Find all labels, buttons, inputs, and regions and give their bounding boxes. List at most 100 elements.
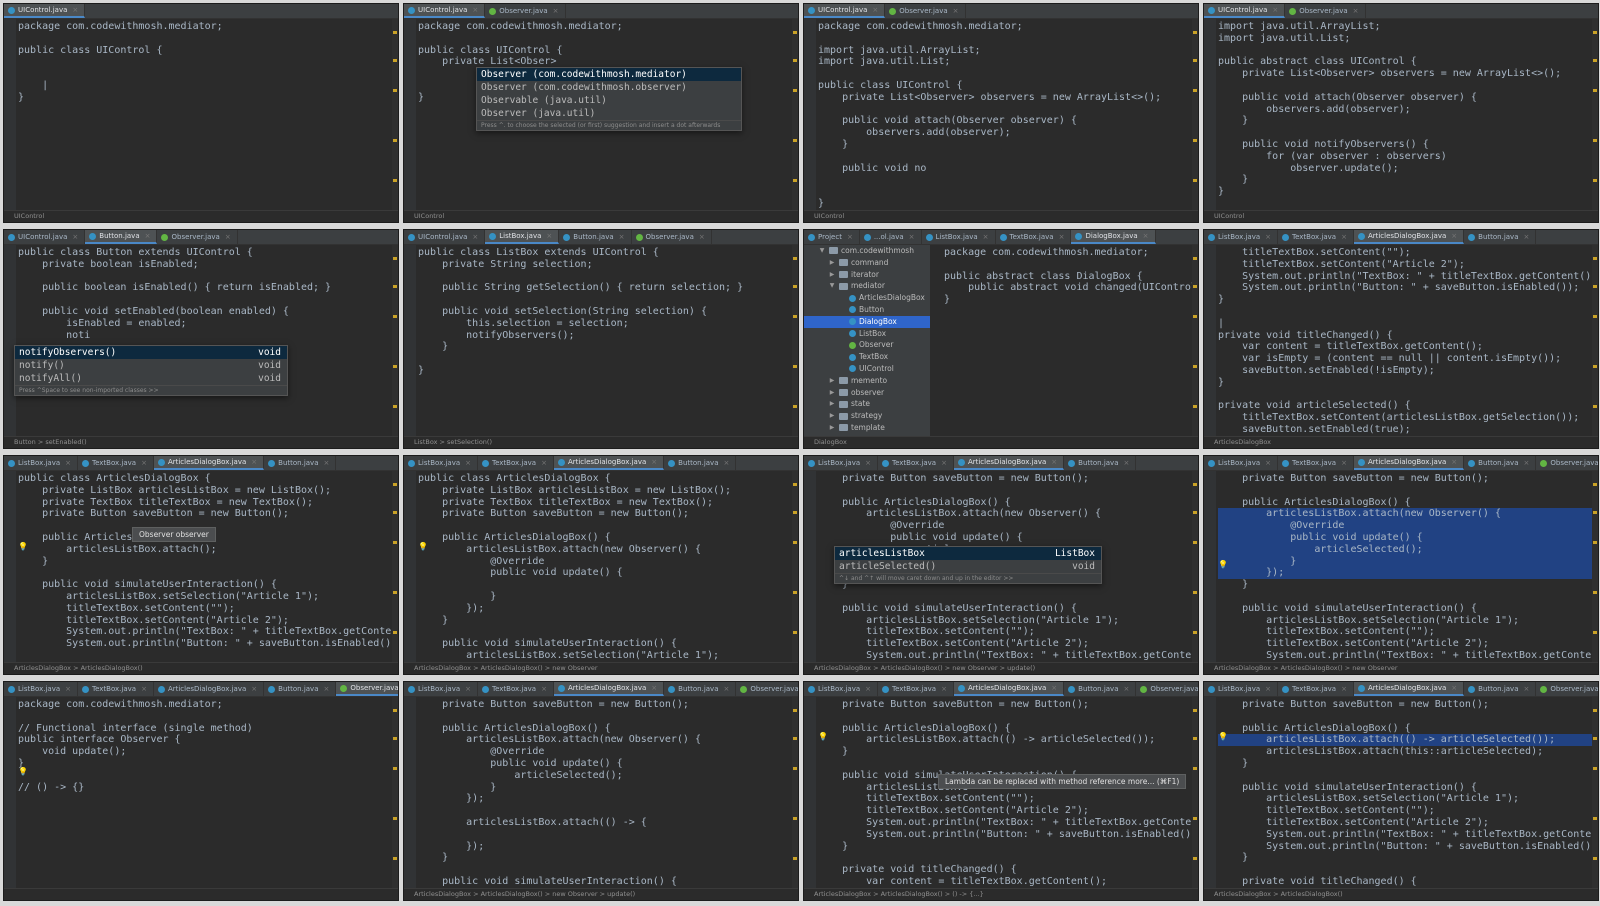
editor-tab[interactable]: Button.java ×: [1064, 682, 1137, 696]
code-editor[interactable]: public class Button extends UIControl { …: [4, 245, 398, 436]
close-icon[interactable]: ×: [1265, 459, 1271, 467]
code-editor[interactable]: titleTextBox.setContent(""); titleTextBo…: [1204, 245, 1598, 436]
editor-tab[interactable]: UIControl.java ×: [404, 4, 486, 18]
close-icon[interactable]: ×: [651, 458, 657, 466]
editor-scrollbar[interactable]: [1192, 471, 1198, 662]
editor-tab[interactable]: Button.java ×: [559, 230, 632, 244]
editor-tab[interactable]: TextBox.java ×: [78, 456, 154, 470]
autocomplete-item[interactable]: notifyObservers() void: [15, 346, 287, 359]
editor-tab[interactable]: UIControl.java ×: [804, 4, 886, 18]
editor-scrollbar[interactable]: [1592, 471, 1598, 662]
close-icon[interactable]: ×: [1523, 685, 1529, 693]
code-editor[interactable]: package com.codewithmosh.mediator; // Fun…: [4, 697, 398, 888]
close-icon[interactable]: ×: [1523, 459, 1529, 467]
editor-scrollbar[interactable]: [1592, 245, 1598, 436]
close-icon[interactable]: ×: [872, 6, 878, 14]
close-icon[interactable]: ×: [1123, 685, 1129, 693]
editor-tab[interactable]: TextBox.java ×: [1278, 456, 1354, 470]
editor-tab[interactable]: Project ×: [804, 230, 860, 244]
editor-scrollbar[interactable]: [1192, 245, 1198, 436]
close-icon[interactable]: ×: [953, 7, 959, 15]
close-icon[interactable]: ×: [909, 233, 915, 241]
editor-tab[interactable]: Observer.java×: [336, 682, 398, 696]
close-icon[interactable]: ×: [251, 685, 257, 693]
close-icon[interactable]: ×: [472, 6, 478, 14]
autocomplete-item[interactable]: Observer (com.codewithmosh.mediator): [477, 68, 741, 81]
editor-tab[interactable]: Observer.java×: [885, 4, 966, 18]
close-icon[interactable]: ×: [1353, 7, 1359, 15]
editor-scrollbar[interactable]: [392, 19, 398, 210]
editor-tab[interactable]: Observer.java×: [1136, 682, 1198, 696]
close-icon[interactable]: ×: [1341, 459, 1347, 467]
autocomplete-item[interactable]: articleSelected() void: [835, 560, 1101, 573]
editor-tab[interactable]: ArticlesDialogBox.java ×: [1353, 230, 1465, 244]
code-editor[interactable]: public class ArticlesDialogBox { private…: [404, 471, 798, 662]
editor-tab[interactable]: Button.java ×: [264, 682, 337, 696]
close-icon[interactable]: ×: [72, 233, 78, 241]
close-icon[interactable]: ×: [72, 6, 78, 14]
close-icon[interactable]: ×: [847, 233, 853, 241]
code-editor[interactable]: private Button saveButton = new Button()…: [1204, 697, 1598, 888]
editor-tab[interactable]: ListBox.java ×: [404, 456, 479, 470]
intention-bulb-icon[interactable]: 💡: [818, 732, 828, 741]
editor-tab[interactable]: ...ol.java ×: [860, 230, 922, 244]
autocomplete-popup[interactable]: articlesListBox ListBox articleSelected() v…: [834, 546, 1102, 584]
close-icon[interactable]: ×: [1051, 458, 1057, 466]
close-icon[interactable]: ×: [1272, 6, 1278, 14]
code-editor[interactable]: package com.codewithmosh.mediator; import…: [804, 19, 1198, 210]
autocomplete-popup[interactable]: Observer (com.codewithmosh.mediator) Obse…: [476, 67, 742, 131]
editor-tab[interactable]: TextBox.java ×: [996, 230, 1072, 244]
autocomplete-popup[interactable]: notifyObservers() void notify() void notifyA…: [14, 345, 288, 396]
editor-tab[interactable]: ArticlesDialogBox.java ×: [953, 456, 1065, 470]
editor-tab[interactable]: UIControl.java ×: [4, 230, 86, 244]
editor-scrollbar[interactable]: [1192, 19, 1198, 210]
editor-tab[interactable]: TextBox.java ×: [878, 682, 954, 696]
close-icon[interactable]: ×: [225, 233, 231, 241]
close-icon[interactable]: ×: [1051, 684, 1057, 692]
close-icon[interactable]: ×: [941, 685, 947, 693]
close-icon[interactable]: ×: [65, 459, 71, 467]
editor-tab[interactable]: ArticlesDialogBox.java ×: [953, 682, 1065, 696]
editor-scrollbar[interactable]: [392, 471, 398, 662]
editor-scrollbar[interactable]: [792, 19, 798, 210]
close-icon[interactable]: ×: [865, 685, 871, 693]
close-icon[interactable]: ×: [65, 685, 71, 693]
close-icon[interactable]: ×: [723, 685, 729, 693]
intention-bulb-icon[interactable]: 💡: [1218, 560, 1228, 569]
code-editor[interactable]: private Button saveButton = new Button()…: [804, 697, 1198, 888]
editor-tab[interactable]: Observer.java×: [157, 230, 238, 244]
close-icon[interactable]: ×: [983, 233, 989, 241]
editor-tab[interactable]: ListBox.java ×: [1204, 456, 1279, 470]
close-icon[interactable]: ×: [1265, 233, 1271, 241]
editor-tab[interactable]: TextBox.java ×: [1278, 682, 1354, 696]
editor-scrollbar[interactable]: [392, 697, 398, 888]
editor-tab[interactable]: ListBox.java ×: [804, 682, 879, 696]
editor-tab[interactable]: Observer.java×: [736, 682, 798, 696]
close-icon[interactable]: ×: [723, 459, 729, 467]
editor-tab[interactable]: Button.java ×: [1464, 682, 1537, 696]
editor-scrollbar[interactable]: [1592, 19, 1598, 210]
close-icon[interactable]: ×: [1341, 685, 1347, 693]
editor-tab[interactable]: Button.java ×: [264, 456, 337, 470]
editor-tab[interactable]: ArticlesDialogBox.java ×: [553, 682, 665, 696]
code-editor[interactable]: package com.codewithmosh.mediator; public…: [4, 19, 398, 210]
close-icon[interactable]: ×: [465, 685, 471, 693]
close-icon[interactable]: ×: [699, 233, 705, 241]
close-icon[interactable]: ×: [1059, 233, 1065, 241]
editor-tab[interactable]: TextBox.java ×: [878, 456, 954, 470]
editor-scrollbar[interactable]: [792, 245, 798, 436]
autocomplete-item[interactable]: Observer (java.util): [477, 107, 741, 120]
editor-tab[interactable]: ArticlesDialogBox.java ×: [553, 456, 665, 470]
code-editor[interactable]: private Button saveButton = new Button()…: [1204, 471, 1598, 662]
editor-tab[interactable]: Button.java ×: [1064, 456, 1137, 470]
autocomplete-item[interactable]: articlesListBox ListBox: [835, 547, 1101, 560]
close-icon[interactable]: ×: [553, 7, 559, 15]
close-icon[interactable]: ×: [1451, 684, 1457, 692]
editor-tab[interactable]: Observer.java×: [485, 4, 566, 18]
editor-tab[interactable]: ArticlesDialogBox.java ×: [153, 456, 265, 470]
editor-scrollbar[interactable]: [792, 697, 798, 888]
close-icon[interactable]: ×: [541, 685, 547, 693]
close-icon[interactable]: ×: [1523, 233, 1529, 241]
editor-tab[interactable]: ListBox.java ×: [485, 230, 560, 244]
editor-tab[interactable]: ListBox.java ×: [4, 682, 79, 696]
